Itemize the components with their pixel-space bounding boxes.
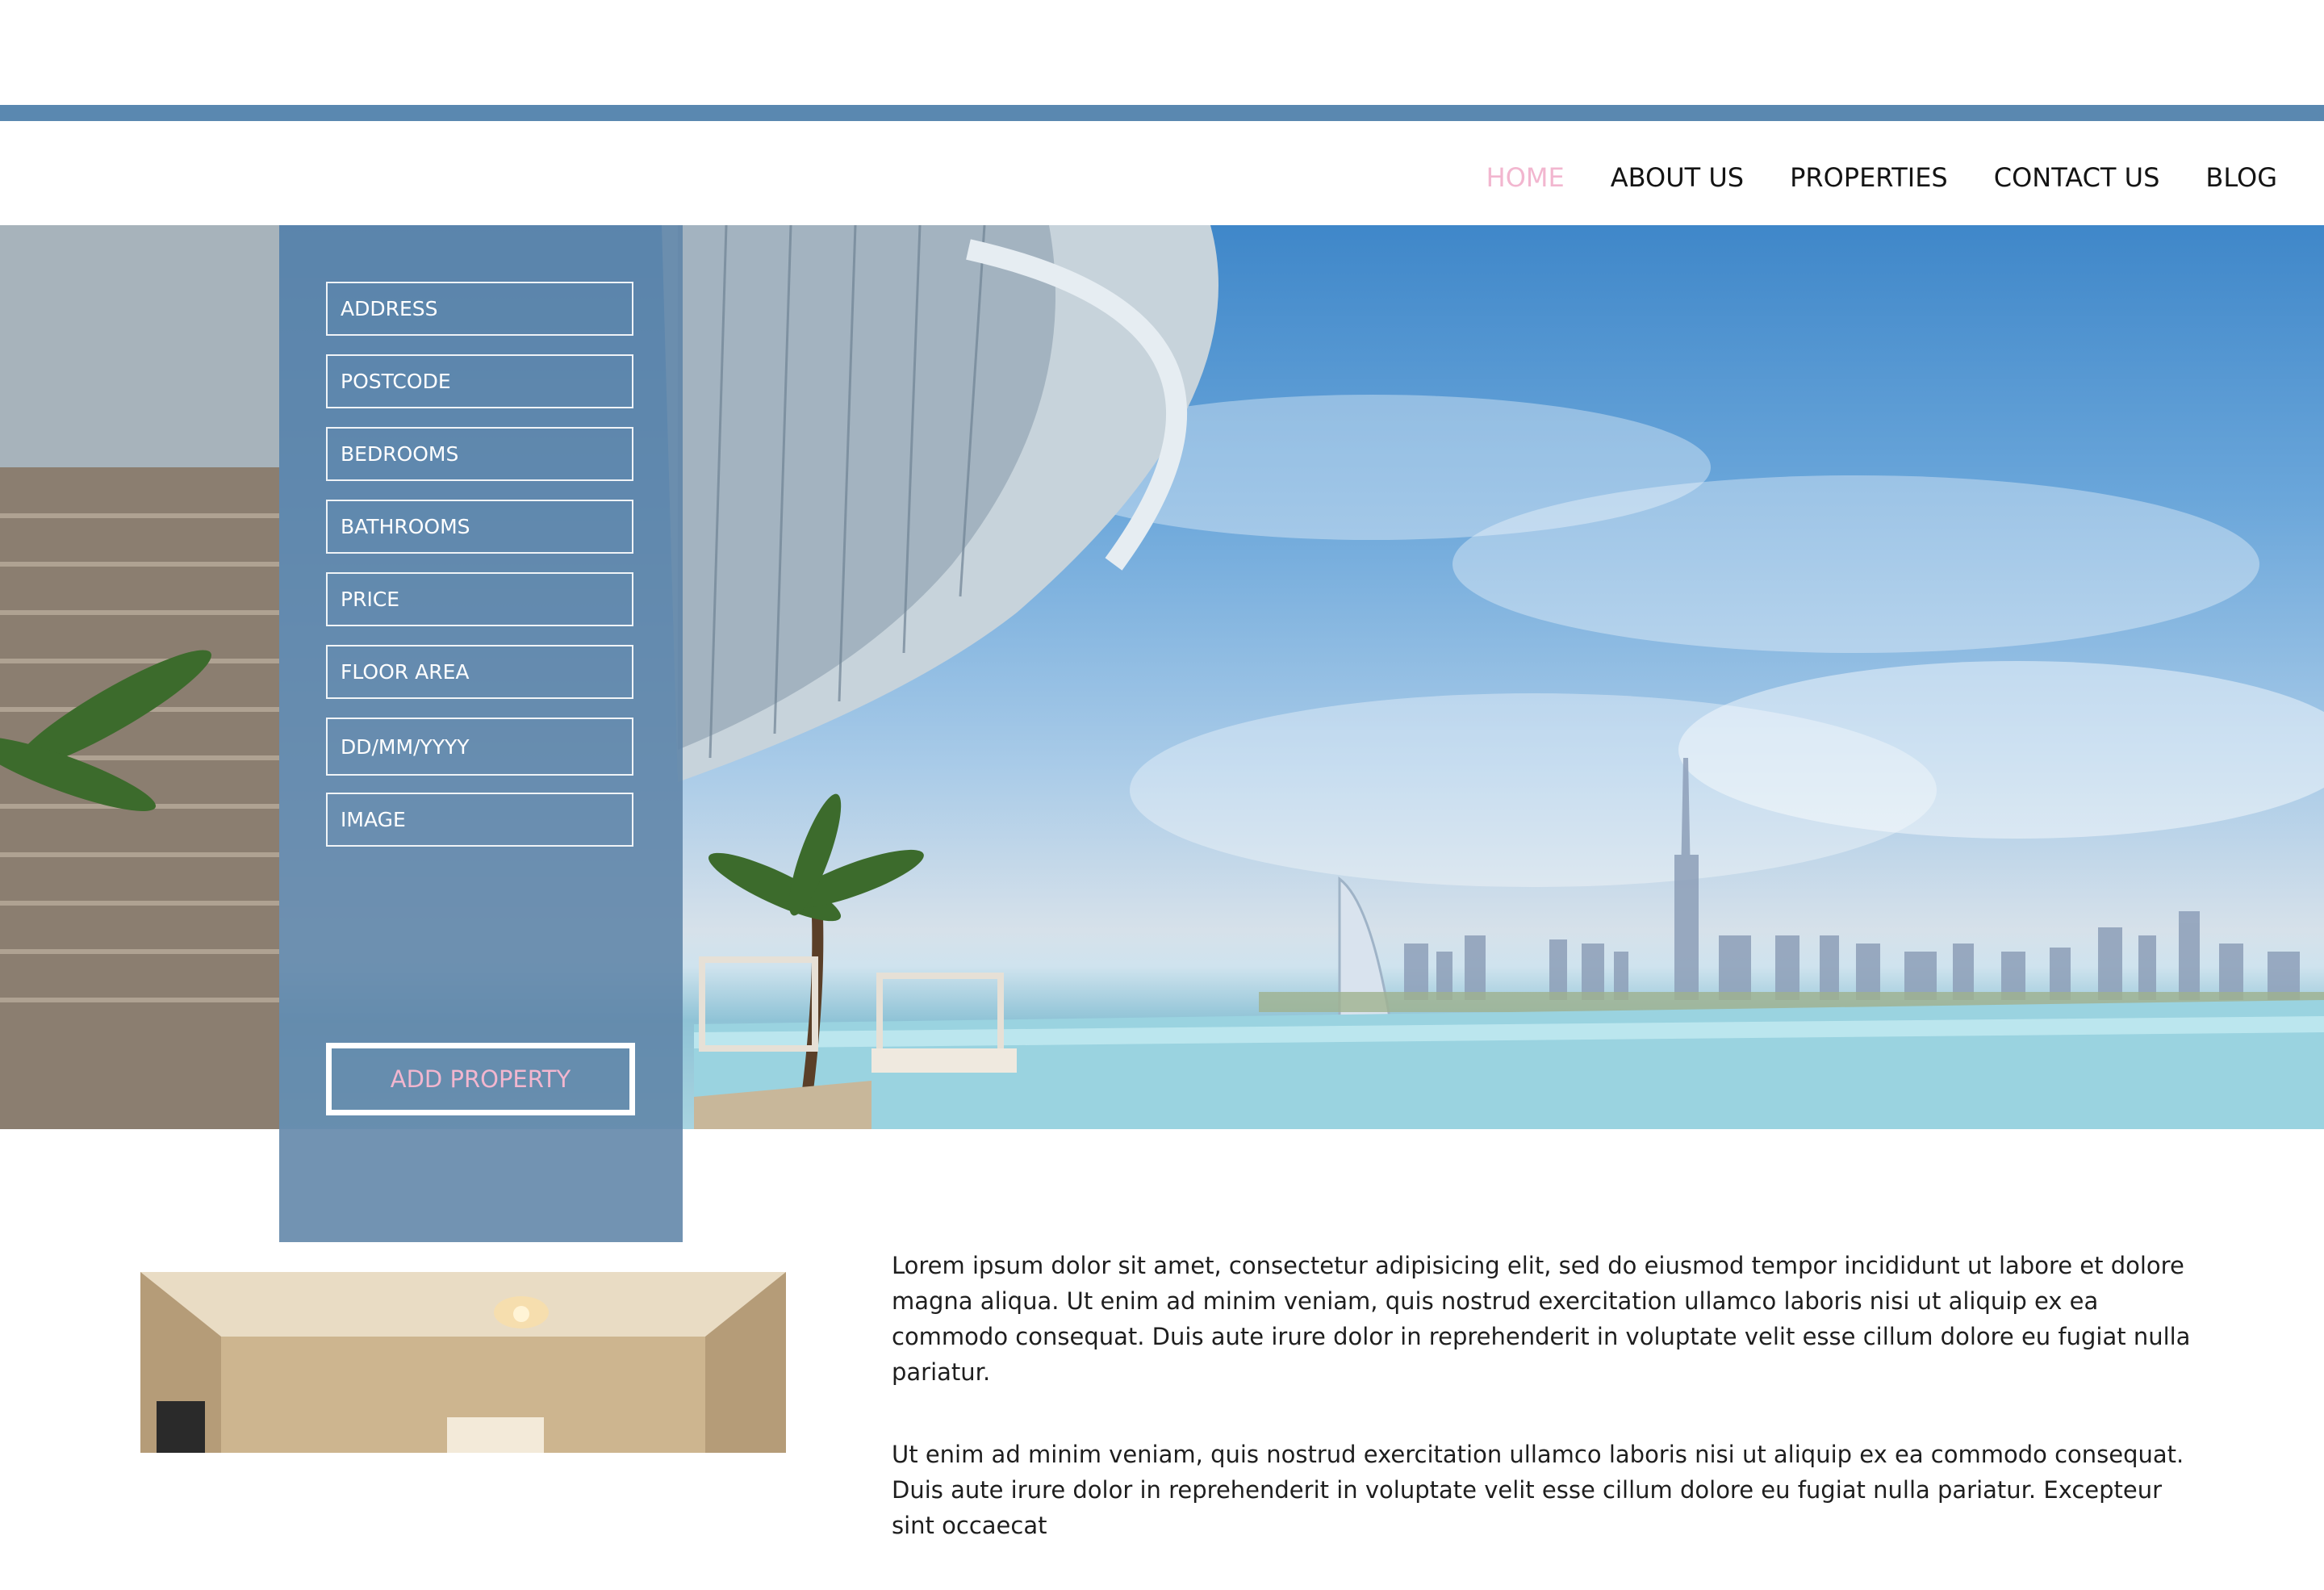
nav-about-us[interactable]: ABOUT US [1611,162,1744,193]
room-photo [140,1272,786,1453]
floor-area-field[interactable] [326,645,633,699]
price-field[interactable] [326,572,633,626]
intro-text: Lorem ipsum dolor sit amet, consectetur … [892,1248,2199,1590]
add-property-button[interactable]: ADD PROPERTY [326,1043,635,1115]
postcode-field[interactable] [326,354,633,408]
nav-properties[interactable]: PROPERTIES [1790,162,1948,193]
add-property-form: ADD PROPERTY [279,225,683,1242]
image-field[interactable] [326,793,633,847]
nav-home[interactable]: HOME [1486,162,1565,193]
bathrooms-field[interactable] [326,500,633,554]
main-nav: HOME ABOUT US PROPERTIES CONTACT US BLOG [1486,153,2277,202]
intro-paragraph: Lorem ipsum dolor sit amet, consectetur … [892,1252,2191,1386]
date-field[interactable] [326,718,633,776]
nav-blog[interactable]: BLOG [2205,162,2277,193]
header-accent-bar [0,105,2324,121]
room-illustration [140,1272,786,1453]
nav-contact-us[interactable]: CONTACT US [1994,162,2160,193]
address-field[interactable] [326,282,633,336]
bedrooms-field[interactable] [326,427,633,481]
